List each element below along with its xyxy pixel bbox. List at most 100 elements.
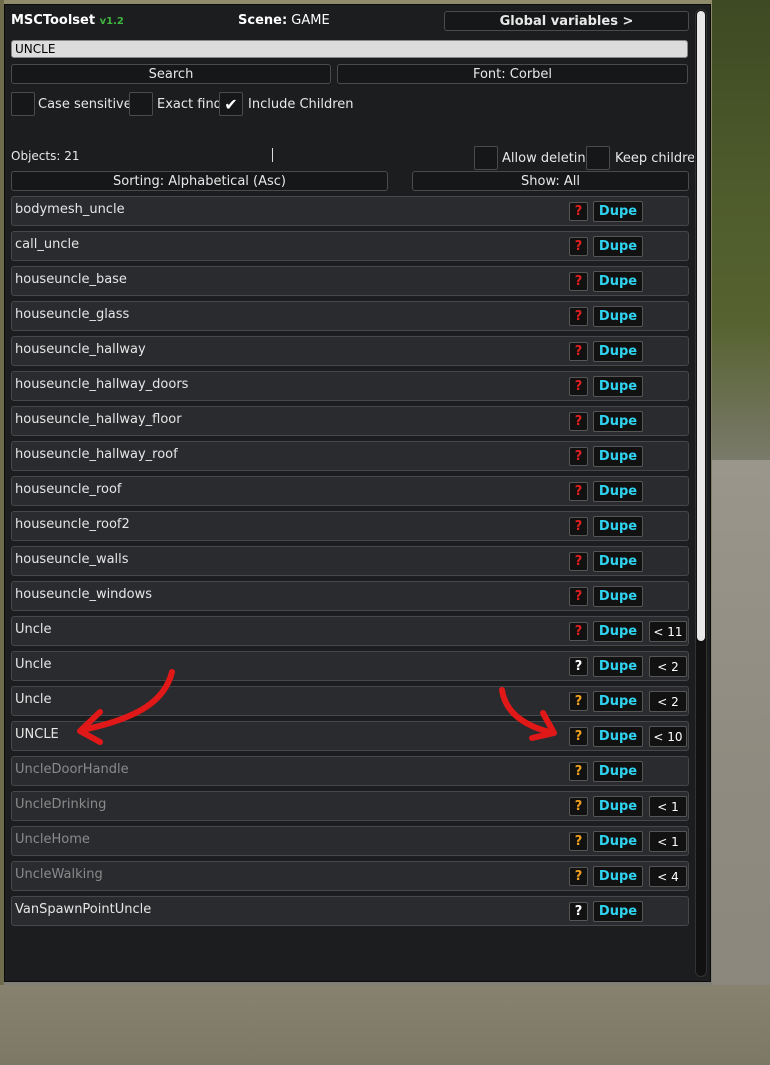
check-icon: ✔ — [224, 94, 238, 114]
info-button[interactable]: ? — [569, 237, 588, 256]
table-row[interactable]: UncleHome? Dupe < 1 — [11, 826, 689, 856]
info-button[interactable]: ? — [569, 762, 588, 781]
info-button[interactable]: ? — [569, 342, 588, 361]
info-button[interactable]: ? — [569, 552, 588, 571]
object-name: houseuncle_walls — [15, 552, 129, 567]
info-button[interactable]: ? — [569, 272, 588, 291]
allow-deleting-checkbox[interactable] — [474, 146, 498, 170]
table-row[interactable]: UncleWalking? Dupe < 4 — [11, 861, 689, 891]
info-button[interactable]: ? — [569, 832, 588, 851]
table-row[interactable]: Uncle? Dupe < 2 — [11, 651, 689, 681]
children-button[interactable]: < 1 — [649, 796, 687, 817]
info-button[interactable]: ? — [569, 447, 588, 466]
table-row[interactable]: houseuncle_hallway? Dupe — [11, 336, 689, 366]
info-button[interactable]: ? — [569, 867, 588, 886]
table-row[interactable]: houseuncle_glass? Dupe — [11, 301, 689, 331]
show-filter-button[interactable]: Show: All — [412, 171, 689, 191]
info-button[interactable]: ? — [569, 692, 588, 711]
object-name: Uncle — [15, 692, 52, 707]
dupe-button[interactable]: Dupe — [593, 621, 643, 642]
table-row[interactable]: houseuncle_roof? Dupe — [11, 476, 689, 506]
sorting-button[interactable]: Sorting: Alphabetical (Asc) — [11, 171, 388, 191]
table-row[interactable]: VanSpawnPointUncle? Dupe — [11, 896, 689, 926]
dupe-button[interactable]: Dupe — [593, 201, 643, 222]
dupe-button[interactable]: Dupe — [593, 341, 643, 362]
dupe-button[interactable]: Dupe — [593, 236, 643, 257]
dupe-button[interactable]: Dupe — [593, 551, 643, 572]
object-name: houseuncle_hallway — [15, 342, 146, 357]
object-name: houseuncle_hallway_floor — [15, 412, 182, 427]
info-button[interactable]: ? — [569, 202, 588, 221]
text-cursor — [272, 148, 273, 162]
dupe-button[interactable]: Dupe — [593, 376, 643, 397]
search-button[interactable]: Search — [11, 64, 331, 84]
dupe-button[interactable]: Dupe — [593, 656, 643, 677]
dupe-button[interactable]: Dupe — [593, 306, 643, 327]
dupe-button[interactable]: Dupe — [593, 866, 643, 887]
object-name: houseuncle_hallway_roof — [15, 447, 178, 462]
keep-children-checkbox[interactable] — [586, 146, 610, 170]
dupe-button[interactable]: Dupe — [593, 586, 643, 607]
table-row[interactable]: houseuncle_roof2? Dupe — [11, 511, 689, 541]
table-row[interactable]: Uncle? Dupe < 2 — [11, 686, 689, 716]
dupe-button[interactable]: Dupe — [593, 901, 643, 922]
table-row[interactable]: houseuncle_hallway_roof? Dupe — [11, 441, 689, 471]
include-children-checkbox[interactable]: ✔ — [219, 92, 243, 116]
dupe-button[interactable]: Dupe — [593, 411, 643, 432]
object-name: houseuncle_windows — [15, 587, 153, 602]
info-button[interactable]: ? — [569, 657, 588, 676]
info-button[interactable]: ? — [569, 622, 588, 641]
table-row[interactable]: UncleDoorHandle? Dupe — [11, 756, 689, 786]
info-button[interactable]: ? — [569, 482, 588, 501]
dupe-button[interactable]: Dupe — [593, 691, 643, 712]
children-button[interactable]: < 1 — [649, 831, 687, 852]
object-name: UncleDrinking — [15, 797, 107, 812]
table-row[interactable]: houseuncle_hallway_floor? Dupe — [11, 406, 689, 436]
info-button[interactable]: ? — [569, 307, 588, 326]
info-button[interactable]: ? — [569, 377, 588, 396]
dupe-button[interactable]: Dupe — [593, 271, 643, 292]
include-children-label: Include Children — [248, 97, 354, 112]
dupe-button[interactable]: Dupe — [593, 796, 643, 817]
info-button[interactable]: ? — [569, 587, 588, 606]
info-button[interactable]: ? — [569, 727, 588, 746]
info-button[interactable]: ? — [569, 517, 588, 536]
scene-label: Scene: GAME — [238, 13, 330, 28]
table-row[interactable]: houseuncle_windows? Dupe — [11, 581, 689, 611]
table-row[interactable]: UncleDrinking? Dupe < 1 — [11, 791, 689, 821]
table-row[interactable]: Uncle? Dupe < 11 — [11, 616, 689, 646]
table-row[interactable]: houseuncle_walls? Dupe — [11, 546, 689, 576]
dupe-button[interactable]: Dupe — [593, 481, 643, 502]
table-row[interactable]: houseuncle_base? Dupe — [11, 266, 689, 296]
global-variables-button[interactable]: Global variables > — [444, 11, 689, 31]
info-button[interactable]: ? — [569, 902, 588, 921]
exact-find-checkbox[interactable] — [129, 92, 153, 116]
children-button[interactable]: < 4 — [649, 866, 687, 887]
children-button[interactable]: < 2 — [649, 691, 687, 712]
version-label: v1.2 — [99, 16, 124, 27]
dupe-button[interactable]: Dupe — [593, 831, 643, 852]
object-name: houseuncle_roof — [15, 482, 122, 497]
info-button[interactable]: ? — [569, 412, 588, 431]
table-row[interactable]: bodymesh_uncle? Dupe — [11, 196, 689, 226]
objects-count: Objects: 21 — [11, 149, 80, 163]
table-row[interactable]: UNCLE? Dupe < 10 — [11, 721, 689, 751]
children-button[interactable]: < 10 — [649, 726, 687, 747]
table-row[interactable]: houseuncle_hallway_doors? Dupe — [11, 371, 689, 401]
object-name: bodymesh_uncle — [15, 202, 125, 217]
font-button[interactable]: Font: Corbel — [337, 64, 688, 84]
table-row[interactable]: call_uncle? Dupe — [11, 231, 689, 261]
dupe-button[interactable]: Dupe — [593, 726, 643, 747]
search-input[interactable] — [11, 40, 688, 58]
background-ground — [0, 985, 770, 1065]
scrollbar-thumb[interactable] — [697, 11, 705, 641]
dupe-button[interactable]: Dupe — [593, 446, 643, 467]
case-sensitive-checkbox[interactable] — [11, 92, 35, 116]
info-button[interactable]: ? — [569, 797, 588, 816]
object-name: call_uncle — [15, 237, 80, 252]
children-button[interactable]: < 2 — [649, 656, 687, 677]
dupe-button[interactable]: Dupe — [593, 761, 643, 782]
object-name: UncleHome — [15, 832, 90, 847]
dupe-button[interactable]: Dupe — [593, 516, 643, 537]
children-button[interactable]: < 11 — [649, 621, 687, 642]
